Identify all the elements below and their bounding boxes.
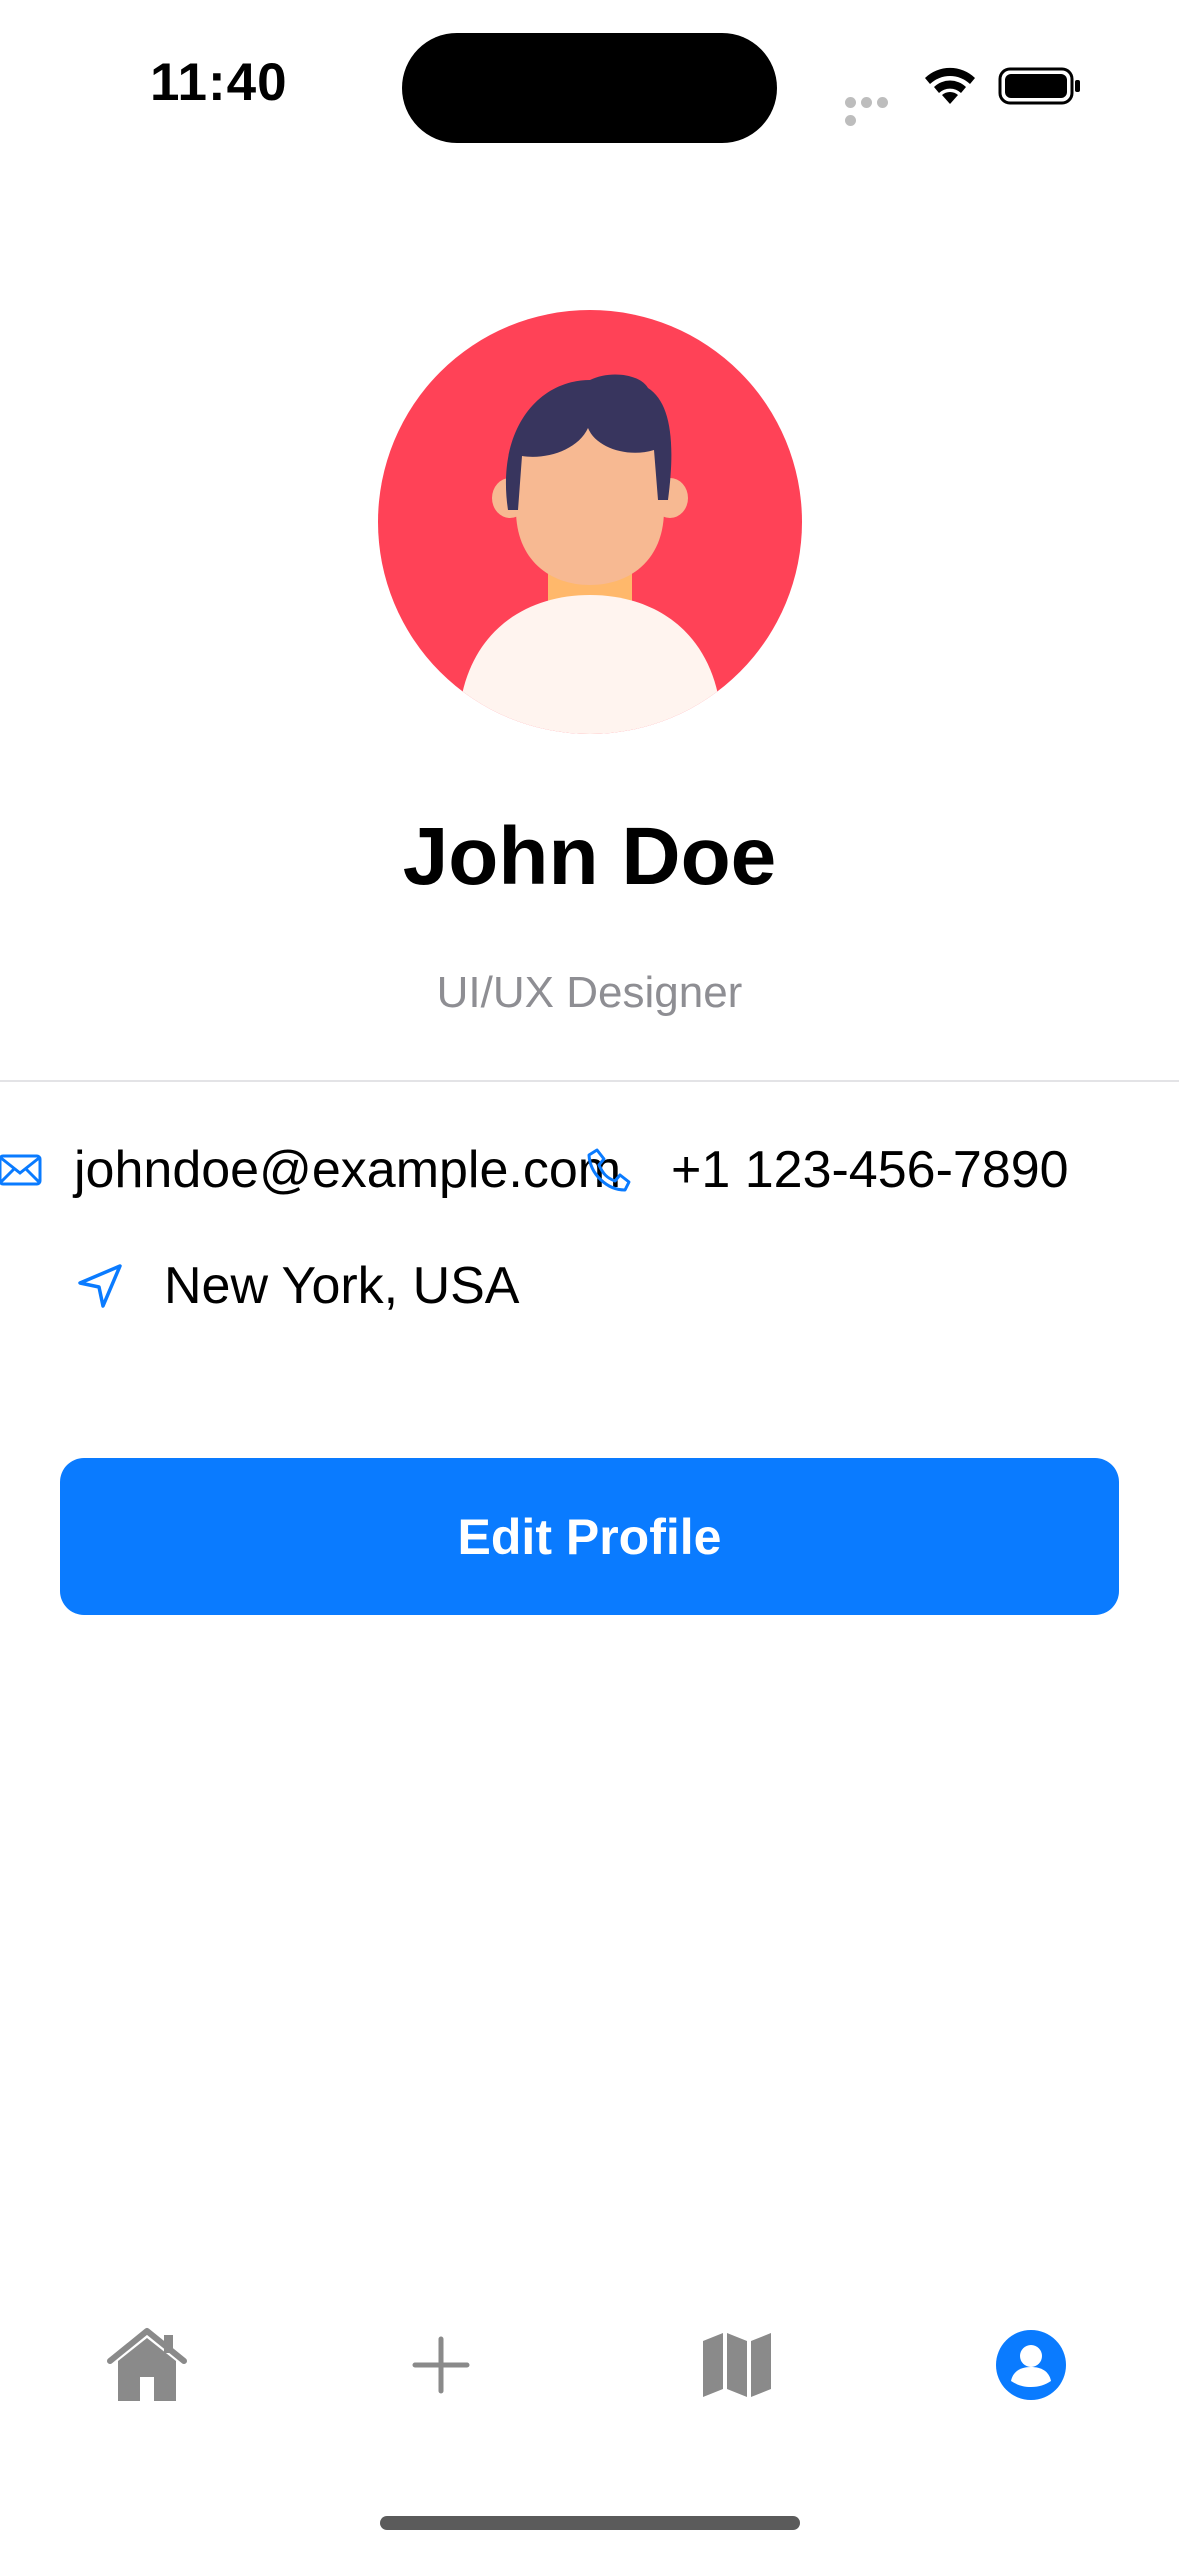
location-text: New York, USA [164,1257,520,1315]
divider [0,1080,1179,1082]
location-arrow-icon [78,1264,122,1308]
envelope-icon [0,1154,42,1186]
phone-row[interactable]: +1 123-456-7890 [585,1140,1069,1200]
phone-text: +1 123-456-7890 [671,1141,1069,1199]
phone-icon [587,1148,631,1192]
edit-profile-button[interactable]: Edit Profile [60,1458,1119,1615]
battery-icon [998,67,1080,105]
tab-add[interactable] [396,2320,486,2410]
status-time: 11:40 [150,53,288,112]
status-bar: 11:40 [0,0,1179,176]
map-icon [703,2333,771,2397]
tab-bar [0,2300,1179,2430]
email-text: johndoe@example.com [74,1141,622,1199]
email-row[interactable]: johndoe@example.com [0,1140,621,1200]
tab-map[interactable] [692,2320,782,2410]
tab-profile[interactable] [986,2320,1076,2410]
plus-icon [412,2336,470,2394]
dynamic-island [402,33,777,143]
location-row[interactable]: New York, USA [76,1256,520,1316]
house-icon [107,2328,187,2401]
home-indicator [380,2516,800,2530]
profile-name: John Doe [402,811,777,902]
avatar [378,310,802,734]
wifi-icon [925,67,975,104]
tab-home[interactable] [102,2320,192,2410]
profile-role: UI/UX Designer [436,968,743,1017]
person-circle-icon [996,2330,1066,2400]
cellular-signal-icon [845,95,905,126]
